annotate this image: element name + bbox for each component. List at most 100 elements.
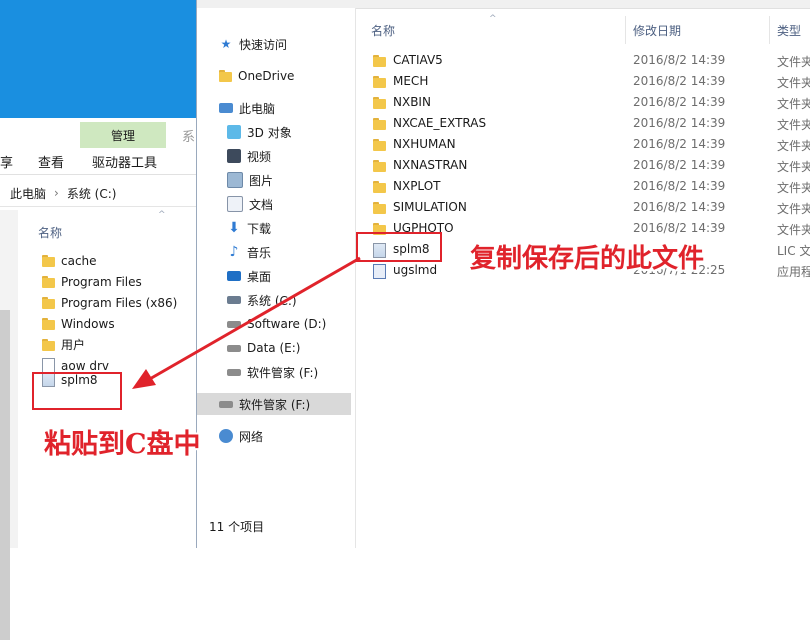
desktop-background	[0, 0, 200, 118]
nav-item-drive-d[interactable]: Software (D:)	[227, 313, 326, 335]
tab-share[interactable]: 享	[0, 152, 13, 171]
file-type: 文件夹	[777, 202, 810, 216]
table-row[interactable]: SIMULATION 2016/8/2 14:39 文件夹	[355, 197, 810, 218]
nav-item-drive-e[interactable]: Data (E:)	[227, 337, 300, 359]
nav-item-network[interactable]: 网络	[219, 425, 263, 447]
file-name: NXBIN	[393, 95, 431, 109]
computer-icon	[219, 103, 233, 113]
list-item-label: Program Files (x86)	[61, 295, 178, 310]
video-icon	[227, 149, 241, 163]
file-date: 2016/8/2 14:39	[633, 95, 726, 109]
file-date: 2016/8/2 14:39	[633, 74, 726, 88]
nav-item-label: 快速访问	[239, 37, 288, 52]
desktop: 管理 系 享 查看 驱动器工具 此电脑 › 系统 (C:) 名称 ^ cache…	[0, 0, 810, 640]
list-item-label: Windows	[61, 316, 115, 331]
list-item[interactable]: Program Files (x86)	[42, 292, 177, 313]
table-row[interactable]: NXHUMAN 2016/8/2 14:39 文件夹	[355, 134, 810, 155]
nav-item-downloads[interactable]: ⬇ 下载	[227, 217, 271, 239]
list-item[interactable]: cache	[42, 250, 97, 271]
sort-up-icon: ^	[489, 14, 497, 24]
table-row[interactable]: CATIAV5 2016/8/2 14:39 文件夹	[355, 50, 810, 71]
sort-up-icon: ^	[158, 210, 166, 220]
folder-icon	[373, 117, 386, 131]
nav-item-pictures[interactable]: 图片	[227, 169, 273, 191]
file-type: 文件夹	[777, 139, 810, 153]
nav-item-drive-f[interactable]: 软件管家 (F:)	[227, 361, 318, 383]
nav-item-label: OneDrive	[238, 69, 295, 83]
tab-manage[interactable]: 管理	[80, 122, 166, 148]
folder-icon	[373, 54, 386, 68]
column-divider[interactable]	[769, 16, 770, 44]
nav-item-this-pc[interactable]: 此电脑	[219, 97, 275, 119]
nav-item-quick-access[interactable]: ★ 快速访问	[219, 33, 287, 55]
file-date: 2016/8/2 14:39	[633, 116, 726, 130]
nav-item-3d-objects[interactable]: 3D 对象	[227, 121, 292, 143]
file-type: 文件夹	[777, 118, 810, 132]
column-name-header[interactable]: 名称	[371, 22, 395, 39]
nav-item-label: 系统 (C:)	[247, 293, 297, 308]
nav-item-desktop[interactable]: 桌面	[227, 265, 271, 287]
list-item-label: cache	[61, 253, 97, 268]
table-row[interactable]: NXNASTRAN 2016/8/2 14:39 文件夹	[355, 155, 810, 176]
folder-icon	[42, 317, 55, 331]
nav-item-videos[interactable]: 视频	[227, 145, 271, 167]
file-name: SIMULATION	[393, 200, 467, 214]
tab-drive-tools[interactable]: 驱动器工具	[92, 152, 157, 171]
folder-icon	[42, 275, 55, 289]
nav-pane: ★ 快速访问 OneDrive 此电脑 3D 对象 视频 图片 文档 ⬇ 下载 …	[197, 8, 356, 548]
folder-icon	[373, 138, 386, 152]
folder-icon	[219, 69, 232, 83]
nav-item-label: 软件管家 (F:)	[247, 365, 319, 380]
drive-icon	[227, 368, 241, 376]
highlight-box-source	[356, 232, 442, 262]
nav-item-label: 视频	[247, 149, 272, 164]
nav-item-drive-f-selected[interactable]: 软件管家 (F:)	[197, 393, 351, 415]
table-row[interactable]: MECH 2016/8/2 14:39 文件夹	[355, 71, 810, 92]
list-item[interactable]: Windows	[42, 313, 115, 334]
breadcrumb-this-pc[interactable]: 此电脑	[10, 185, 46, 202]
folder-icon	[373, 180, 386, 194]
list-item-label: Program Files	[61, 274, 142, 289]
file-type: 文件夹	[777, 76, 810, 90]
drive-icon	[227, 320, 241, 328]
document-icon	[227, 196, 243, 212]
column-date-header[interactable]: 修改日期	[633, 22, 681, 39]
file-name: MECH	[393, 74, 429, 88]
column-name-header[interactable]: 名称	[38, 224, 62, 241]
column-divider[interactable]	[625, 16, 626, 44]
folder-icon	[373, 201, 386, 215]
back-nav-pane	[0, 210, 18, 640]
nav-item-drive-c[interactable]: 系统 (C:)	[227, 289, 297, 311]
nav-item-music[interactable]: ♪ 音乐	[227, 241, 271, 263]
tab-view[interactable]: 查看	[38, 152, 64, 171]
column-type-header[interactable]: 类型	[777, 22, 801, 39]
file-name: CATIAV5	[393, 53, 443, 67]
cube-icon	[227, 125, 241, 139]
table-row[interactable]: NXBIN 2016/8/2 14:39 文件夹	[355, 92, 810, 113]
chevron-right-icon: ›	[54, 186, 59, 200]
file-date: 2016/8/2 14:39	[633, 53, 726, 67]
nav-item-label: 下载	[247, 221, 272, 236]
file-date: 2016/8/2 14:39	[633, 137, 726, 151]
file-date: 2016/8/2 14:39	[633, 200, 726, 214]
table-row[interactable]: NXCAE_EXTRAS 2016/8/2 14:39 文件夹	[355, 113, 810, 134]
status-bar-count: 11 个项目	[209, 520, 265, 534]
music-icon: ♪	[229, 244, 239, 260]
nav-item-onedrive[interactable]: OneDrive	[219, 65, 294, 87]
nav-item-label: 音乐	[247, 245, 272, 260]
download-icon: ⬇	[228, 220, 240, 236]
scrollbar[interactable]	[0, 310, 10, 640]
file-date: 2016/8/2 14:39	[633, 221, 726, 235]
file-name: NXNASTRAN	[393, 158, 468, 172]
application-icon	[373, 264, 386, 279]
list-item[interactable]: 用户	[42, 334, 85, 355]
nav-item-label: Data (E:)	[247, 341, 301, 355]
table-row[interactable]: NXPLOT 2016/8/2 14:39 文件夹	[355, 176, 810, 197]
list-item[interactable]: Program Files	[42, 271, 142, 292]
breadcrumb-system-c[interactable]: 系统 (C:)	[67, 185, 117, 202]
annotation-copy-note: 复制保存后的此文件	[470, 244, 705, 274]
nav-item-documents[interactable]: 文档	[227, 193, 273, 215]
breadcrumb[interactable]: 此电脑 › 系统 (C:)	[0, 180, 200, 207]
file-name: NXCAE_EXTRAS	[393, 116, 487, 130]
list-item-label: 用户	[61, 338, 86, 352]
